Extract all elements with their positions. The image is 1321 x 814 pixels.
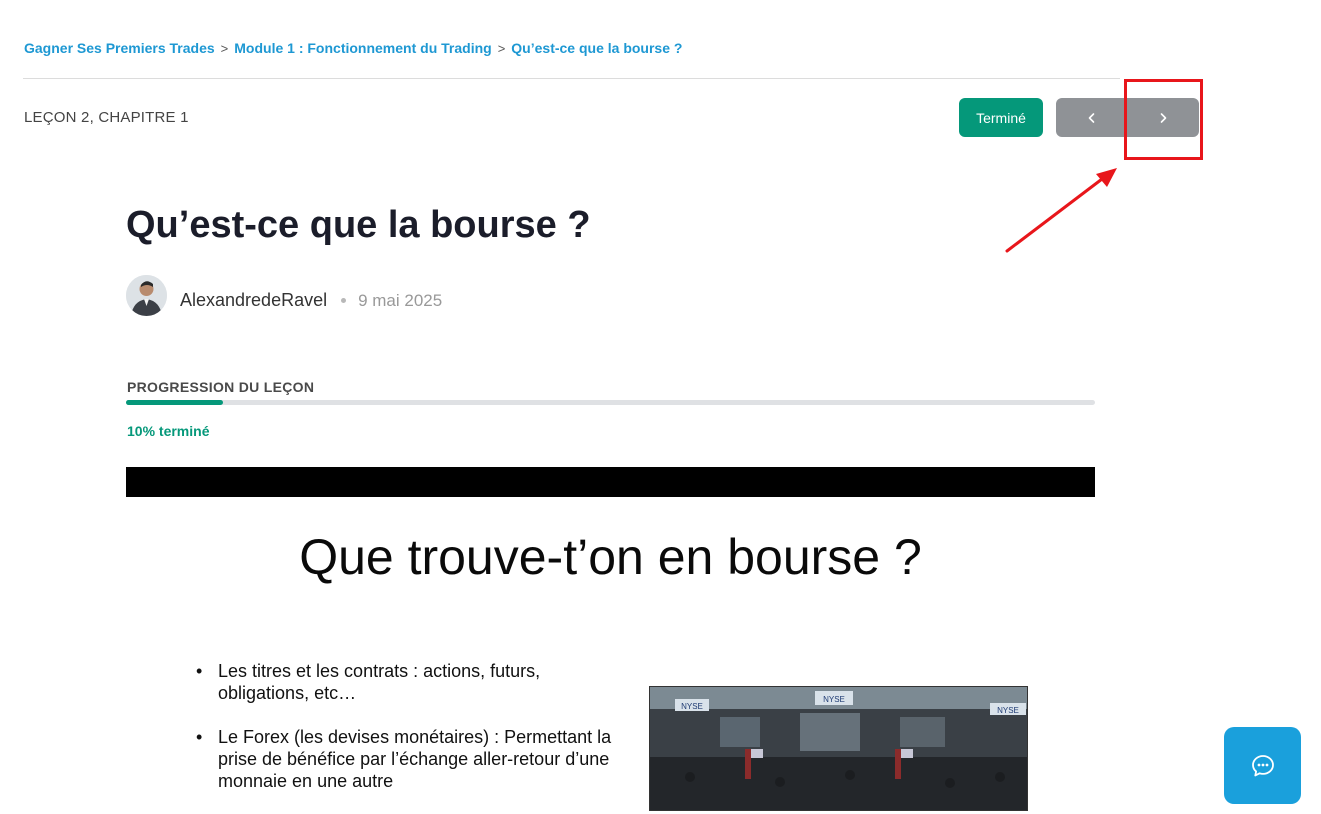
slide-bullet: Les titres et les contrats : actions, fu… — [196, 660, 616, 704]
lesson-label: LEÇON 2, CHAPITRE 1 — [24, 109, 189, 126]
slide-top-bar — [126, 467, 1095, 497]
page-title: Qu’est-ce que la bourse ? — [126, 204, 591, 246]
photo-sign: NYSE — [823, 695, 845, 704]
done-button[interactable]: Terminé — [959, 98, 1043, 137]
author-meta: AlexandredeRavel 9 mai 2025 — [180, 290, 442, 311]
progress-bar — [126, 400, 1095, 405]
breadcrumb-course[interactable]: Gagner Ses Premiers Trades — [24, 40, 215, 56]
breadcrumb: Gagner Ses Premiers Trades > Module 1 : … — [24, 40, 682, 56]
breadcrumb-separator: > — [220, 40, 229, 56]
previous-button[interactable] — [1056, 98, 1128, 137]
breadcrumb-module[interactable]: Module 1 : Fonctionnement du Trading — [234, 40, 491, 56]
publish-date: 9 mai 2025 — [358, 290, 443, 310]
slide-title: Que trouve-t’on en bourse ? — [299, 529, 922, 585]
breadcrumb-separator: > — [497, 40, 506, 56]
header-divider — [23, 78, 1120, 79]
avatar — [126, 275, 167, 316]
slide-bullet: Le Forex (les devises monétaires) : Perm… — [196, 726, 616, 792]
breadcrumb-lesson[interactable]: Qu’est-ce que la bourse ? — [511, 40, 682, 56]
stock-exchange-photo: NYSE NYSE NYSE — [649, 686, 1028, 811]
progress-fill — [126, 400, 223, 405]
progress-title: PROGRESSION DU LEÇON — [127, 379, 315, 395]
photo-sign: NYSE — [681, 702, 703, 711]
next-button-highlight — [1124, 79, 1203, 160]
author-name[interactable]: AlexandredeRavel — [180, 290, 327, 311]
annotation-arrow-icon — [1005, 168, 1117, 253]
chat-bubble-icon — [1251, 754, 1274, 776]
progress-text: 10% terminé — [127, 423, 210, 439]
chevron-left-icon — [1088, 112, 1095, 123]
chat-button[interactable] — [1224, 727, 1301, 804]
meta-dot — [341, 298, 347, 303]
slide-bullets: Les titres et les contrats : actions, fu… — [196, 660, 616, 814]
photo-sign: NYSE — [997, 706, 1019, 715]
